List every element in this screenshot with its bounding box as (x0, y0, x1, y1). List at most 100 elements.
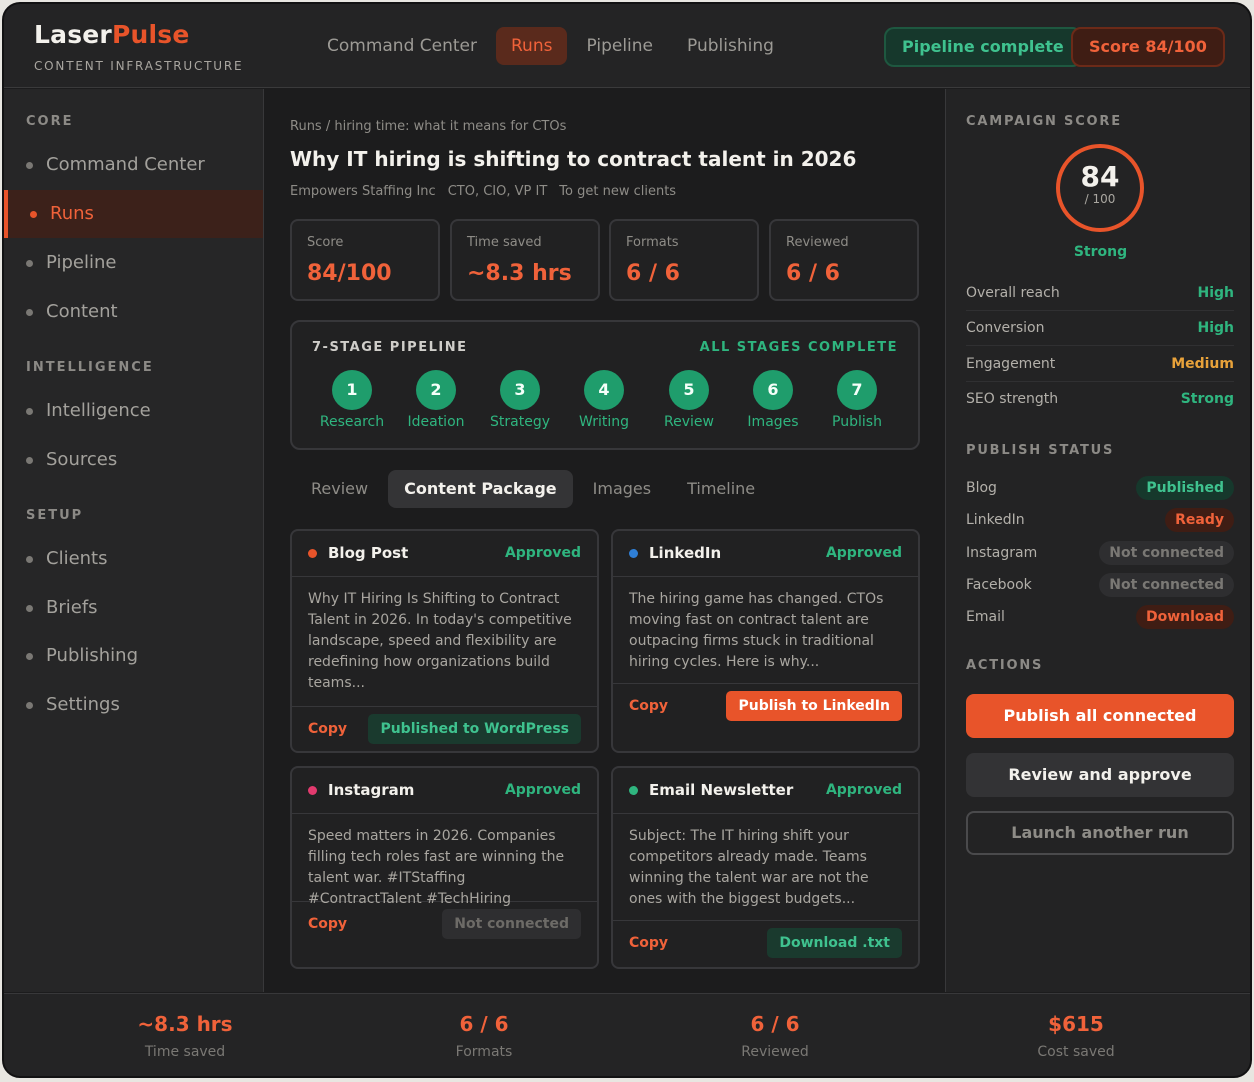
publish-row-linkedin: LinkedIn Ready (966, 508, 1234, 532)
card-footer: Copy Download .txt (613, 921, 918, 967)
content-card-blog-post: Blog Post Approved Why IT Hiring Is Shif… (290, 529, 599, 753)
content-tabs: Review Content Package Images Timeline (295, 470, 771, 508)
content-card-instagram: Instagram Approved Speed matters in 2026… (290, 766, 599, 969)
pipeline-stage-research[interactable]: 1 Research (310, 370, 394, 430)
bullet-icon (26, 653, 33, 660)
meta-audience: CTO, CIO, VP IT (447, 184, 548, 199)
tab-content-package[interactable]: Content Package (388, 470, 573, 508)
top-nav-publishing[interactable]: Publishing (672, 27, 789, 65)
sidebar-item-label: Briefs (46, 597, 98, 618)
card-footer: Copy Not connected (292, 902, 597, 948)
card-preview-text: Why IT Hiring Is Shifting to Contract Ta… (292, 577, 597, 707)
content-card-email-newsletter: Email Newsletter Approved Subject: The I… (611, 766, 920, 969)
top-nav-pipeline[interactable]: Pipeline (571, 27, 668, 65)
sidebar-item-content[interactable]: Content (4, 288, 263, 336)
review-and-approve-button[interactable]: Review and approve (966, 753, 1234, 797)
sidebar-item-sources[interactable]: Sources (4, 436, 263, 484)
publish-row-blog: Blog Published (966, 476, 1234, 500)
score-value: 84 (1080, 160, 1120, 193)
publish-label: Instagram (966, 545, 1038, 561)
footer-stat-label: Time saved (144, 1044, 226, 1060)
copy-button[interactable]: Copy (308, 916, 347, 932)
card-header: LinkedIn Approved (613, 531, 918, 577)
bullet-icon (26, 260, 33, 267)
top-nav-command-center[interactable]: Command Center (312, 27, 492, 65)
actions-title: ACTIONS (966, 658, 1044, 673)
footer-stat-label: Formats (455, 1044, 513, 1060)
breadcrumb[interactable]: Runs / hiring time: what it means for CT… (290, 119, 566, 134)
stage-number: 1 (332, 370, 372, 410)
sidebar-section-setup: SETUP (26, 508, 84, 523)
card-preview-text: The hiring game has changed. CTOs moving… (613, 577, 918, 684)
card-title: Email Newsletter (649, 781, 794, 799)
tab-timeline[interactable]: Timeline (671, 470, 771, 508)
publish-label: LinkedIn (966, 512, 1025, 528)
sidebar-item-pipeline[interactable]: Pipeline (4, 239, 263, 287)
footer-stat-value: 6 / 6 (750, 1012, 800, 1036)
tab-images[interactable]: Images (577, 470, 667, 508)
status-dot-icon (629, 549, 638, 558)
top-nav-runs[interactable]: Runs (496, 27, 568, 65)
pipeline-stage-review[interactable]: 5 Review (647, 370, 731, 430)
status-badge[interactable]: Ready (1165, 508, 1234, 532)
card-footer: Copy Publish to LinkedIn (613, 684, 918, 730)
publish-label: Email (966, 609, 1005, 625)
stat-label: Time saved (467, 235, 542, 250)
bullet-icon (26, 556, 33, 563)
stat-value: ~8.3 hrs (467, 261, 572, 286)
published-to-wordpress-button[interactable]: Published to WordPress (368, 714, 581, 744)
footer-stat-formats: 6 / 6 Formats (374, 1012, 594, 1060)
publish-to-linkedin-button[interactable]: Publish to LinkedIn (726, 691, 902, 721)
download-badge[interactable]: Download (1135, 605, 1234, 629)
metric-value: High (1197, 320, 1234, 336)
pipeline-stage-strategy[interactable]: 3 Strategy (478, 370, 562, 430)
pipeline-complete-badge: Pipeline complete (884, 27, 1082, 67)
stage-name: Review (664, 414, 714, 430)
copy-button[interactable]: Copy (629, 698, 668, 714)
launch-another-run-button[interactable]: Launch another run (966, 811, 1234, 855)
copy-button[interactable]: Copy (629, 935, 668, 951)
publish-row-email: Email Download (966, 605, 1234, 629)
metric-conversion: Conversion High (966, 310, 1234, 346)
sidebar-item-command-center[interactable]: Command Center (4, 141, 263, 189)
sidebar-item-intelligence[interactable]: Intelligence (4, 387, 263, 435)
logo-part-pulse: Pulse (111, 20, 190, 49)
copy-button[interactable]: Copy (308, 721, 347, 737)
card-status: Approved (504, 782, 581, 798)
publish-label: Facebook (966, 577, 1032, 593)
metric-engagement: Engagement Medium (966, 346, 1234, 382)
top-nav: Command Center Runs Pipeline Publishing (312, 27, 789, 65)
stage-name: Images (747, 414, 799, 430)
sidebar-item-briefs[interactable]: Briefs (4, 584, 263, 632)
pipeline-stage-images[interactable]: 6 Images (731, 370, 815, 430)
metric-label: Engagement (966, 356, 1056, 372)
tab-review[interactable]: Review (295, 470, 384, 508)
pipeline-title: 7-STAGE PIPELINE (312, 340, 468, 355)
campaign-score-title: CAMPAIGN SCORE (966, 114, 1122, 129)
stat-card-time-saved: Time saved ~8.3 hrs (450, 219, 600, 301)
logo[interactable]: LaserPulse (34, 20, 190, 49)
pipeline-stage-publish[interactable]: 7 Publish (815, 370, 899, 430)
sidebar-item-clients[interactable]: Clients (4, 535, 263, 583)
stat-label: Formats (626, 235, 679, 250)
score-max: / 100 (1084, 192, 1116, 206)
publish-all-connected-button[interactable]: Publish all connected (966, 694, 1234, 738)
pipeline-stage-writing[interactable]: 4 Writing (562, 370, 646, 430)
footer-stats: ~8.3 hrs Time saved 6 / 6 Formats 6 / 6 Rev… (4, 993, 1250, 1076)
download-txt-button[interactable]: Download .txt (767, 928, 902, 958)
bullet-icon (26, 605, 33, 612)
main-content: Runs / hiring time: what it means for CT… (265, 89, 944, 992)
stage-name: Publish (832, 414, 882, 430)
card-status: Approved (825, 782, 902, 798)
footer-stat-cost-saved: $615 Cost saved (966, 1012, 1186, 1060)
sidebar-item-settings[interactable]: Settings (4, 681, 263, 729)
logo-part-laser: Laser (34, 20, 112, 49)
sidebar-item-publishing[interactable]: Publishing (4, 632, 263, 680)
card-header: Instagram Approved (292, 768, 597, 814)
stat-label: Reviewed (786, 235, 849, 250)
card-title: LinkedIn (649, 544, 722, 562)
pipeline-stage-ideation[interactable]: 2 Ideation (394, 370, 478, 430)
card-preview-text: Speed matters in 2026. Companies filling… (292, 814, 597, 907)
sidebar-item-runs[interactable]: Runs (4, 190, 263, 238)
pipeline-status: ALL STAGES COMPLETE (699, 340, 898, 355)
